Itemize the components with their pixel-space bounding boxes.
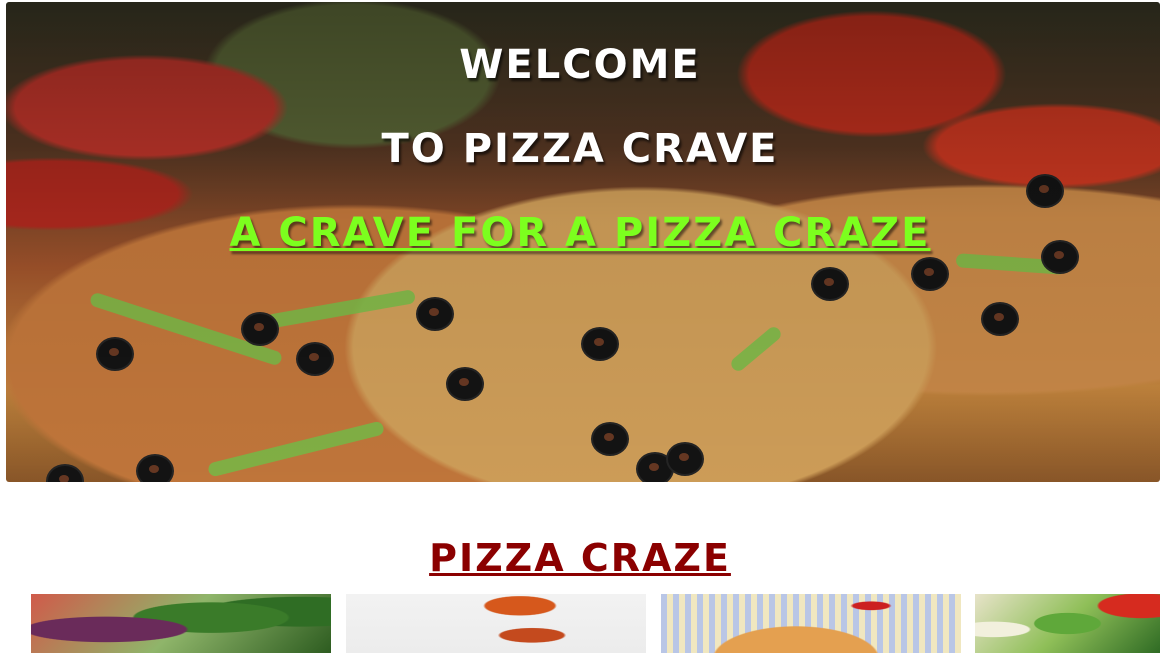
fresh-ingredients-image[interactable] (975, 594, 1160, 653)
hero-tagline: A CRAVE FOR A PIZZA CRAZE (229, 210, 931, 256)
pizza-slice-image[interactable] (346, 594, 646, 653)
hero-title: TO PIZZA CRAVE (381, 126, 779, 172)
pizza-on-tablecloth-image[interactable] (661, 594, 961, 653)
hero-welcome-heading: WELCOME (459, 42, 701, 88)
section-title: PIZZA CRAZE (429, 536, 731, 580)
salad-vegetables-image[interactable] (31, 594, 331, 653)
